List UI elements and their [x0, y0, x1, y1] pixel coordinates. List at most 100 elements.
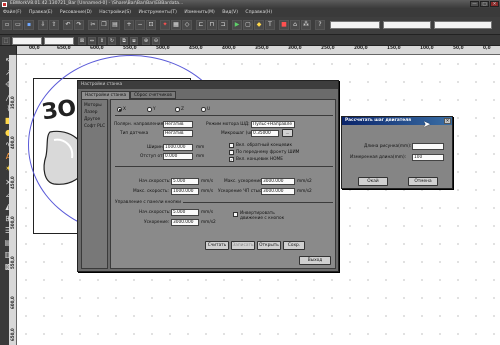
microstep-calc-button[interactable]: ...: [282, 129, 293, 137]
select-all-icon[interactable]: ⬚: [2, 36, 10, 45]
new-file-icon[interactable]: ▫: [2, 20, 12, 30]
write-button[interactable]: Записать: [231, 241, 255, 250]
sidebar-item-soft-plc[interactable]: Софт PLC: [84, 124, 105, 129]
tab-reset-counters[interactable]: Сброс счетчиков: [130, 91, 176, 99]
mirror-h-icon[interactable]: ⇔: [88, 36, 96, 45]
group-icon[interactable]: ⧉: [120, 36, 128, 45]
frame-icon[interactable]: ▢: [243, 20, 253, 30]
device-dropdown[interactable]: [434, 21, 492, 29]
sensor-type-select[interactable]: Негатив: [163, 130, 193, 137]
h-tick: 550,0: [123, 46, 137, 51]
import-icon[interactable]: ⇩: [38, 20, 48, 30]
align-left-icon[interactable]: ⊏: [196, 20, 206, 30]
tab-machine-settings[interactable]: Настройки станка: [81, 91, 131, 99]
quick-accel-label: Ускорение ЧП стыс:: [218, 189, 263, 194]
home-limit-checkbox[interactable]: ✓: [229, 157, 234, 162]
sidebar-item-other[interactable]: Другое: [84, 117, 100, 122]
axis-y-radio[interactable]: [147, 107, 152, 112]
microstep-field[interactable]: 0.35000: [251, 130, 279, 137]
home-icon[interactable]: ⌂: [290, 20, 300, 30]
align-right-icon[interactable]: ⊐: [218, 20, 228, 30]
menu-view[interactable]: Вид(V): [222, 10, 238, 15]
max-speed-label: Макс. скорость:: [133, 189, 169, 194]
rotate-icon[interactable]: ↻: [108, 36, 116, 45]
laser-icon[interactable]: ✦: [160, 20, 170, 30]
x-coord-field[interactable]: [12, 36, 42, 45]
max-accel-field[interactable]: 3000.000: [261, 178, 295, 185]
text-tool-icon[interactable]: T: [265, 20, 275, 30]
trim-icon[interactable]: ⊖: [152, 36, 160, 45]
panel-speed-field[interactable]: 5.000: [171, 209, 199, 216]
undo-icon[interactable]: ↶: [63, 20, 73, 30]
ungroup-icon[interactable]: ⧈: [130, 36, 138, 45]
quick-accel-field[interactable]: 3000.000: [261, 188, 295, 195]
reverse-limit-checkbox[interactable]: [229, 143, 234, 148]
menu-edit[interactable]: Правка(E): [29, 10, 52, 15]
v-tick: 600,0: [9, 296, 15, 309]
menu-tools[interactable]: Инструменты(T): [138, 10, 176, 15]
canvas-text-shape[interactable]: ЗО: [40, 96, 77, 126]
stop-icon[interactable]: ■: [279, 20, 289, 30]
array-icon[interactable]: ⁂: [301, 20, 311, 30]
simulate-icon[interactable]: ▶: [232, 20, 242, 30]
export-icon[interactable]: ⇧: [49, 20, 59, 30]
axis-x-radio[interactable]: [117, 107, 122, 112]
measured-length-field[interactable]: 100: [412, 154, 444, 161]
h-tick: 650,0: [57, 46, 71, 51]
paste-icon[interactable]: ▤: [110, 20, 120, 30]
v-tick: 500,0: [9, 216, 15, 229]
direction-select[interactable]: Негатив: [163, 121, 193, 128]
sidebar-item-laser[interactable]: Лазер: [84, 110, 98, 115]
maximize-button[interactable]: □: [480, 1, 489, 7]
minimize-button[interactable]: —: [470, 1, 479, 7]
panel-accel-field[interactable]: 3000.000: [171, 219, 199, 226]
y-coord-field[interactable]: [44, 36, 74, 45]
node-edit-icon[interactable]: ◇: [182, 20, 192, 30]
step-dialog-close-button[interactable]: ✕: [444, 118, 451, 124]
cancel-button[interactable]: Отмена: [408, 177, 438, 186]
axis-z-radio[interactable]: [175, 107, 180, 112]
close-button[interactable]: ✕: [490, 1, 499, 7]
axis-u-radio[interactable]: [201, 107, 206, 112]
help-icon[interactable]: ?: [315, 20, 325, 30]
motor-mode-select[interactable]: Пульс+Направле: [251, 121, 295, 128]
lock-icon[interactable]: ⊠: [78, 36, 86, 45]
open-file-icon[interactable]: ▭: [13, 20, 23, 30]
save-icon[interactable]: ▪: [24, 20, 34, 30]
offset-field[interactable]: 0.000: [163, 153, 193, 160]
motor-step-dialog: Рассчитать шаг двигателя ✕ Длина рисунка…: [341, 116, 453, 189]
ok-button[interactable]: Окай: [358, 177, 388, 186]
menu-help[interactable]: Справка(H): [245, 10, 272, 15]
image-length-field[interactable]: [412, 143, 444, 150]
menu-file[interactable]: Файл(F): [3, 10, 22, 15]
zoom-in-icon[interactable]: +: [124, 20, 134, 30]
layer-dropdown[interactable]: [330, 21, 380, 29]
weld-icon[interactable]: ⊕: [142, 36, 150, 45]
menu-draw[interactable]: Рисование(D): [60, 10, 92, 15]
mode-dropdown[interactable]: [383, 21, 431, 29]
menu-settings[interactable]: Настройки(S): [99, 10, 131, 15]
sidebar-item-motors[interactable]: Моторы: [84, 103, 102, 108]
exit-button[interactable]: Выход: [299, 256, 331, 265]
open-button[interactable]: Открыть: [257, 241, 281, 250]
zoom-out-icon[interactable]: −: [135, 20, 145, 30]
h-tick: 400,0: [222, 46, 236, 51]
mirror-v-icon[interactable]: ⇕: [98, 36, 106, 45]
invert-buttons-checkbox[interactable]: [233, 212, 238, 217]
menu-modify[interactable]: Изменить(M): [184, 10, 214, 15]
save-button[interactable]: Сохр.: [283, 241, 305, 250]
cut-icon[interactable]: ✂: [88, 20, 98, 30]
pwm-front-checkbox[interactable]: [229, 150, 234, 155]
highlight-icon[interactable]: ◆: [254, 20, 264, 30]
redo-icon[interactable]: ↷: [74, 20, 84, 30]
copy-icon[interactable]: ❐: [99, 20, 109, 30]
start-speed-field[interactable]: 5.000: [171, 178, 199, 185]
width-field[interactable]: 1000.000: [163, 144, 193, 151]
settings-panel: X Y Z U Полярн. направления Негатив Тип …: [110, 99, 336, 269]
align-center-icon[interactable]: ⊓: [207, 20, 217, 30]
zoom-fit-icon[interactable]: ⊡: [146, 20, 156, 30]
max-speed-field[interactable]: 1000.000: [171, 188, 199, 195]
read-button[interactable]: Считать: [205, 241, 229, 250]
v-tick: 550,0: [9, 256, 15, 269]
grid-icon[interactable]: ▦: [171, 20, 181, 30]
